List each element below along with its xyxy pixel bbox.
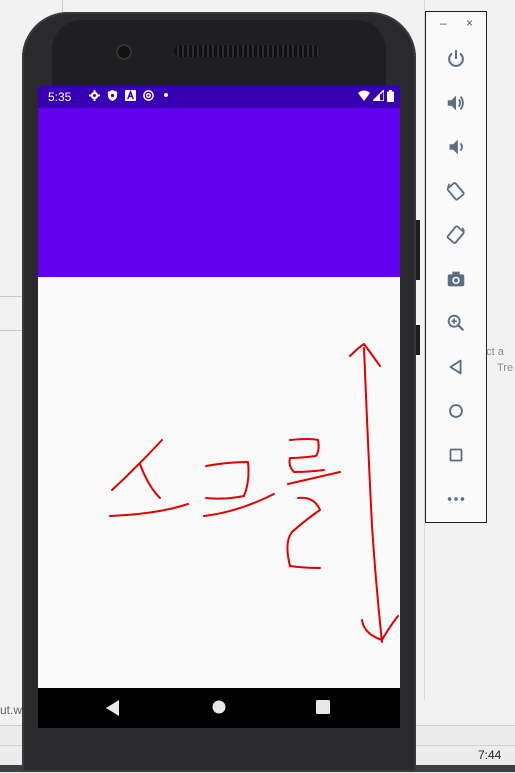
annotation-stroke: [363, 347, 383, 643]
camera-icon: [447, 271, 465, 287]
annotation-stroke: [139, 463, 161, 499]
home-nav-button[interactable]: [441, 396, 471, 426]
system-clock: 7:44: [478, 748, 502, 762]
volume-down-button[interactable]: [441, 132, 471, 162]
minimize-button[interactable]: –: [440, 16, 447, 30]
handwritten-annotation: [109, 343, 399, 643]
camera-icon: [118, 46, 130, 58]
annotation-stroke: [287, 471, 341, 485]
rotate-left-icon: [446, 182, 465, 201]
phone-side-button: [416, 325, 420, 355]
more-icon: [447, 497, 465, 501]
rotate-right-button[interactable]: [441, 220, 471, 250]
home-icon: [449, 404, 463, 418]
home-button[interactable]: [212, 700, 226, 719]
overview-nav-button[interactable]: [441, 440, 471, 470]
ide-file-text: ut.w: [0, 703, 23, 717]
volume-up-icon: [447, 95, 464, 111]
annotation-stroke: [109, 503, 189, 517]
close-button[interactable]: ×: [466, 16, 473, 30]
annotation-stroke: [111, 439, 163, 491]
android-nav-bar: [38, 688, 400, 728]
speaker-grille: [174, 45, 320, 57]
back-nav-button[interactable]: [441, 352, 471, 382]
home-icon: [212, 700, 226, 714]
phone-top-bezel: [52, 20, 386, 94]
more-options-button[interactable]: [441, 484, 471, 514]
back-icon: [449, 359, 462, 375]
power-icon: [448, 49, 464, 67]
zoom-button[interactable]: [441, 308, 471, 338]
device-screen[interactable]: 5:35: [38, 86, 400, 728]
power-button[interactable]: [441, 44, 471, 74]
overview-icon: [316, 700, 330, 714]
overview-button[interactable]: [316, 700, 330, 719]
phone-side-button: [416, 220, 420, 280]
emulator-toolbar: – ×: [425, 11, 487, 523]
back-icon: [106, 700, 119, 716]
annotation-stroke: [286, 496, 321, 569]
screenshot-button[interactable]: [441, 264, 471, 294]
ide-panel-text: Tre: [497, 362, 514, 374]
volume-down-icon: [449, 139, 463, 155]
overview-icon: [449, 448, 463, 462]
annotation-stroke: [205, 461, 250, 500]
volume-up-button[interactable]: [441, 88, 471, 118]
annotation-stroke: [288, 438, 325, 473]
rotate-left-button[interactable]: [441, 176, 471, 206]
back-button[interactable]: [106, 700, 120, 721]
rotate-right-icon: [446, 225, 465, 244]
zoom-in-icon: [447, 314, 465, 332]
